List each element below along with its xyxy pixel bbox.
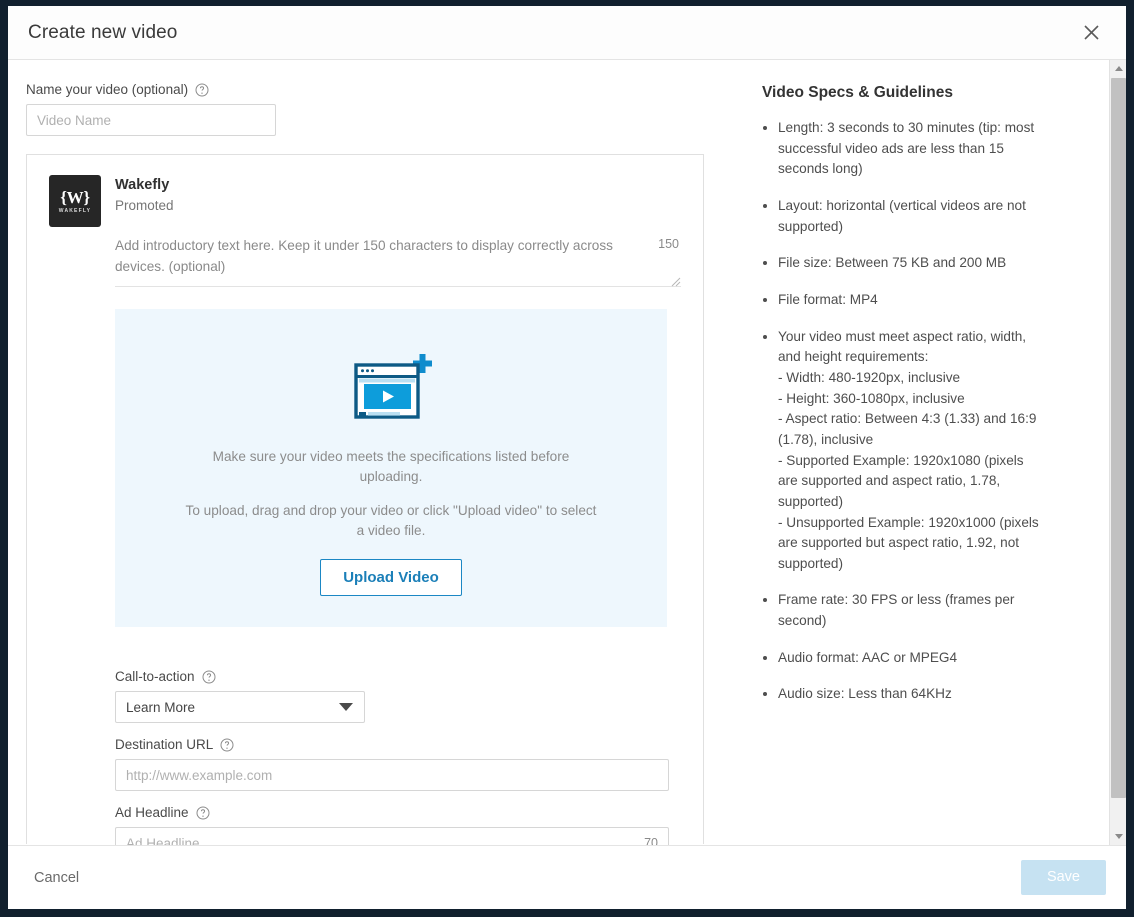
specs-item-subline: - Aspect ratio: Between 4:3 (1.33) and 1…: [778, 411, 1037, 447]
logo-word-text: WAKEFLY: [58, 207, 92, 214]
lower-fields: Call-to-action Learn More Destination UR…: [115, 669, 681, 845]
scrollbar-thumb[interactable]: [1111, 78, 1126, 798]
specs-item-text: Layout: horizontal (vertical videos are …: [778, 197, 1026, 234]
specs-list-item: File format: MP4: [762, 290, 1040, 311]
help-circle-icon[interactable]: [220, 738, 234, 752]
specs-item-subline: - Width: 480-1920px, inclusive: [778, 369, 961, 385]
dropzone-line-1: Make sure your video meets the specifica…: [212, 449, 570, 484]
call-to-action-label: Call-to-action: [115, 669, 681, 684]
left-column: Name your video (optional) {W}: [8, 60, 708, 845]
cancel-button[interactable]: Cancel: [30, 864, 83, 892]
specs-list: Length: 3 seconds to 30 minutes (tip: mo…: [762, 118, 1092, 705]
page-title: Create new video: [28, 21, 178, 43]
specs-item-text: Audio format: AAC or MPEG4: [778, 649, 958, 665]
specs-item-text: File format: MP4: [778, 291, 878, 307]
modal-header: Create new video: [8, 6, 1126, 60]
modal-body-scroll-region: Name your video (optional) {W}: [8, 60, 1126, 845]
upload-video-button[interactable]: Upload Video: [320, 558, 462, 596]
specs-item-text: File size: Between 75 KB and 200 MB: [778, 255, 1007, 271]
specs-list-item: Your video must meet aspect ratio, width…: [762, 327, 1040, 575]
specs-item-text: Your video must meet aspect ratio, width…: [778, 328, 1027, 365]
advertiser-row: {W} WAKEFLY Wakefly Promoted: [49, 175, 681, 227]
help-circle-icon[interactable]: [196, 806, 210, 820]
create-video-modal: Create new video Name your video (option…: [8, 6, 1126, 909]
vertical-scrollbar[interactable]: [1109, 60, 1126, 845]
scroll-down-arrow-icon[interactable]: [1110, 828, 1126, 845]
ad-headline-label-text: Ad Headline: [115, 805, 189, 820]
destination-url-label: Destination URL: [115, 737, 681, 752]
ad-preview-card: {W} WAKEFLY Wakefly Promoted 150: [26, 154, 704, 845]
specs-item-subline: - Supported Example: 1920x1080 (pixels a…: [778, 452, 1024, 509]
destination-url-label-text: Destination URL: [115, 737, 214, 752]
video-dropzone[interactable]: Make sure your video meets the specifica…: [115, 309, 667, 627]
ad-headline-wrapper: 70: [115, 827, 669, 845]
video-upload-icon: [348, 351, 434, 421]
advertiser-logo-icon: {W} WAKEFLY: [49, 175, 101, 227]
video-name-label: Name your video (optional): [26, 82, 708, 97]
help-circle-icon[interactable]: [195, 83, 209, 97]
video-name-label-text: Name your video (optional): [26, 82, 189, 97]
call-to-action-select-wrapper: Learn More: [115, 691, 365, 723]
resize-handle-icon[interactable]: [669, 275, 681, 287]
modal-footer: Cancel Save: [8, 845, 1126, 909]
modal-body: Name your video (optional) {W}: [8, 60, 1126, 845]
specs-list-item: Length: 3 seconds to 30 minutes (tip: mo…: [762, 118, 1040, 180]
destination-url-input[interactable]: [115, 759, 669, 791]
specs-item-text: Frame rate: 30 FPS or less (frames per s…: [778, 592, 1015, 629]
specs-list-item: Audio format: AAC or MPEG4: [762, 648, 1040, 669]
ad-headline-input[interactable]: [115, 827, 669, 845]
specs-item-text: Audio size: Less than 64KHz: [778, 686, 952, 702]
intro-char-counter: 150: [658, 237, 679, 251]
advertiser-name: Wakefly: [115, 177, 170, 193]
specs-list-item: Frame rate: 30 FPS or less (frames per s…: [762, 590, 1040, 631]
ad-headline-label: Ad Headline: [115, 805, 681, 820]
call-to-action-label-text: Call-to-action: [115, 669, 195, 684]
logo-mark-text: {W}: [60, 187, 90, 207]
help-circle-icon[interactable]: [202, 670, 216, 684]
video-specs-panel: Video Specs & Guidelines Length: 3 secon…: [708, 60, 1126, 845]
specs-item-text: Length: 3 seconds to 30 minutes (tip: mo…: [778, 120, 1035, 177]
specs-item-subline: - Height: 360-1080px, inclusive: [778, 390, 965, 406]
specs-list-item: Layout: horizontal (vertical videos are …: [762, 196, 1040, 237]
advertiser-status: Promoted: [115, 197, 174, 213]
call-to-action-select[interactable]: Learn More: [115, 691, 365, 723]
video-name-input[interactable]: [26, 104, 276, 136]
specs-list-item: Audio size: Less than 64KHz: [762, 684, 1040, 705]
specs-list-item: File size: Between 75 KB and 200 MB: [762, 253, 1040, 274]
specs-title: Video Specs & Guidelines: [762, 84, 953, 101]
close-icon[interactable]: [1074, 16, 1108, 50]
specs-item-subline: - Unsupported Example: 1920x1000 (pixels…: [778, 514, 1039, 571]
intro-text-input[interactable]: [115, 235, 655, 279]
dropzone-line-2: To upload, drag and drop your video or c…: [185, 503, 597, 539]
advertiser-meta: Wakefly Promoted: [115, 175, 174, 213]
scroll-up-arrow-icon[interactable]: [1110, 60, 1126, 77]
intro-text-wrapper: 150: [115, 235, 681, 287]
save-button[interactable]: Save: [1020, 860, 1106, 895]
